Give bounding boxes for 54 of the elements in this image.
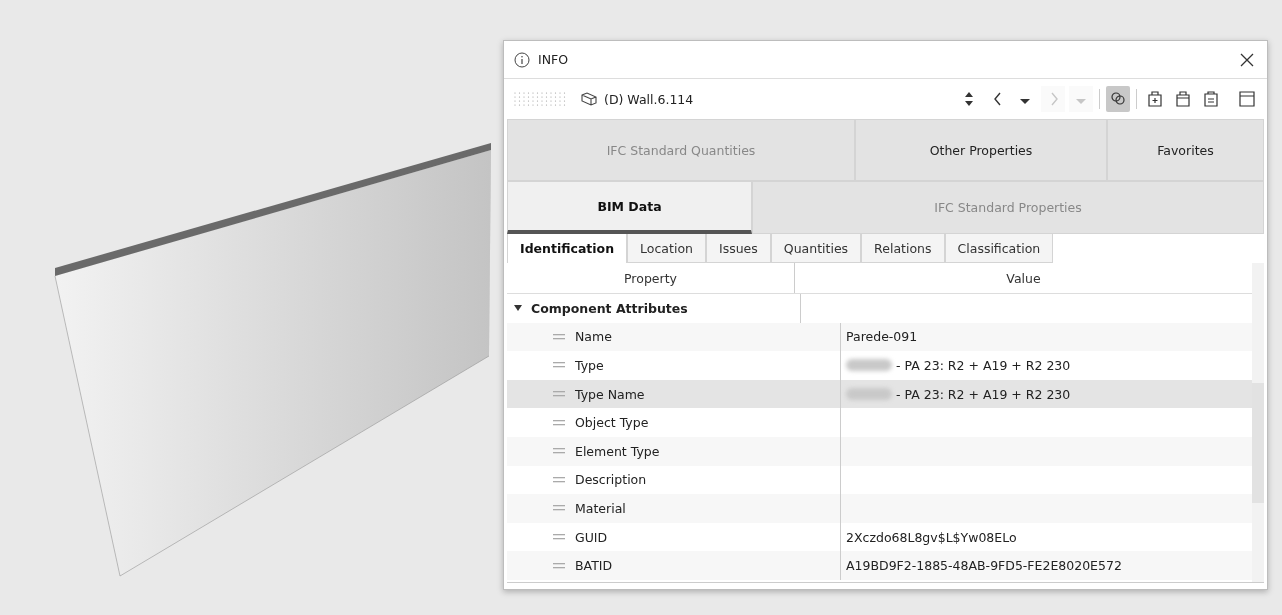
drag-icon bbox=[553, 561, 565, 570]
tab[interactable]: Identification bbox=[507, 234, 628, 263]
info-icon bbox=[514, 51, 530, 68]
drag-icon bbox=[553, 361, 565, 370]
clipboard-icon bbox=[1202, 90, 1220, 108]
drag-icon bbox=[553, 533, 565, 542]
drag-icon bbox=[553, 390, 565, 399]
sort-icon bbox=[963, 91, 975, 107]
table-row[interactable]: Name Parede-091 bbox=[507, 322, 1252, 352]
tab[interactable]: Other Properties bbox=[855, 119, 1107, 181]
column-header[interactable]: Property bbox=[507, 263, 795, 293]
object-icon bbox=[580, 91, 598, 107]
property-name: Element Type bbox=[575, 443, 660, 459]
tab[interactable]: Favorites bbox=[1107, 119, 1264, 181]
table-row[interactable]: Element Type bbox=[507, 436, 1252, 466]
drag-icon bbox=[553, 418, 565, 427]
tab[interactable]: Quantities bbox=[770, 234, 862, 263]
scrollbar[interactable] bbox=[1252, 263, 1264, 582]
table-row[interactable]: BATID A19BD9F2-1885-48AB-9FD5-FE2E8020E572 bbox=[507, 551, 1252, 580]
tab[interactable]: Location bbox=[627, 234, 706, 263]
bag-add-icon bbox=[1146, 90, 1164, 108]
drag-icon bbox=[553, 475, 565, 484]
object-name: (D) Wall.6.114 bbox=[604, 91, 694, 107]
property-value: A19BD9F2-1885-48AB-9FD5-FE2E8020E572 bbox=[846, 558, 1122, 574]
drag-icon bbox=[553, 447, 565, 456]
tab[interactable]: Issues bbox=[705, 234, 771, 263]
property-value: Parede-091 bbox=[846, 329, 918, 345]
link-icon bbox=[1109, 90, 1127, 108]
drag-icon bbox=[553, 332, 565, 341]
link-button[interactable] bbox=[1106, 86, 1130, 112]
tab[interactable]: Relations bbox=[861, 234, 945, 263]
property-name: Description bbox=[575, 472, 647, 488]
property-name: Type Name bbox=[575, 386, 645, 402]
property-name: GUID bbox=[575, 529, 608, 545]
group-label: Component Attributes bbox=[531, 300, 688, 316]
scrollbar-thumb[interactable] bbox=[1252, 383, 1264, 503]
table-row[interactable]: Material bbox=[507, 494, 1252, 523]
tab[interactable]: BIM Data bbox=[507, 181, 752, 234]
panel-icon bbox=[1238, 90, 1256, 108]
property-name: Object Type bbox=[575, 415, 649, 431]
property-value: 2Xczdo68L8gv$L$Yw08ELo bbox=[846, 529, 1017, 545]
property-name: Material bbox=[575, 500, 626, 516]
property-value: - PA 23: R2 + A19 + R2 230 bbox=[896, 386, 1071, 402]
property-value: - PA 23: R2 + A19 + R2 230 bbox=[896, 358, 1071, 373]
bag-icon bbox=[1174, 90, 1192, 108]
back-icon bbox=[992, 91, 1002, 107]
property-name: BATID bbox=[575, 558, 613, 574]
window-title: INFO bbox=[538, 52, 569, 67]
tab[interactable]: Classification bbox=[944, 234, 1054, 263]
table-row[interactable]: Type Name - PA 23: R2 + A19 + R2 230 bbox=[507, 379, 1252, 409]
column-header[interactable]: Value bbox=[795, 263, 1252, 293]
property-name: Name bbox=[575, 329, 612, 345]
drag-icon bbox=[553, 504, 565, 513]
property-name: Type bbox=[575, 358, 604, 373]
